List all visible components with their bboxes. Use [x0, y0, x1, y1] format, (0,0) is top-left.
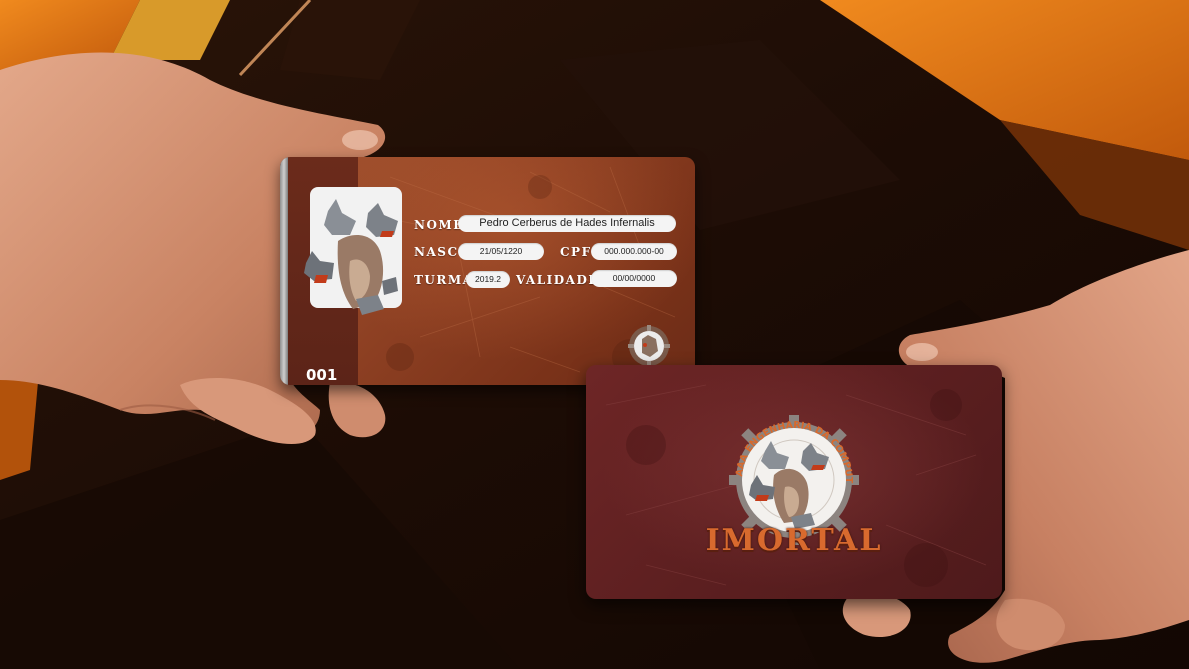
id-card-front: NOME Pedro Cerberus de Hades Infernalis … [280, 157, 695, 385]
value-birth: 21/05/1220 [458, 243, 544, 260]
card-number: 001 [306, 366, 338, 384]
value-validity: 00/00/0000 [591, 270, 677, 287]
label-birth: NASC [414, 245, 459, 259]
card-edge [280, 157, 288, 385]
id-card-back: AAA ENGENHARIA DA COMPUTAÇÃO UFC SOBRAL … [586, 365, 1002, 599]
label-class: TURMA [414, 273, 474, 287]
value-cpf: 000.000.000-00 [591, 243, 677, 260]
value-class: 2019.2 [466, 271, 510, 288]
label-cpf: CPF [560, 245, 592, 259]
cerberus-mascot-icon [304, 199, 398, 315]
label-validity: VALIDADE [516, 273, 600, 287]
label-name: NOME [414, 218, 464, 232]
small-emblem-icon [628, 325, 670, 367]
brand-logo-text: IMORTAL [705, 523, 883, 558]
cerberus-photo [304, 187, 402, 315]
value-name: Pedro Cerberus de Hades Infernalis [458, 215, 676, 232]
